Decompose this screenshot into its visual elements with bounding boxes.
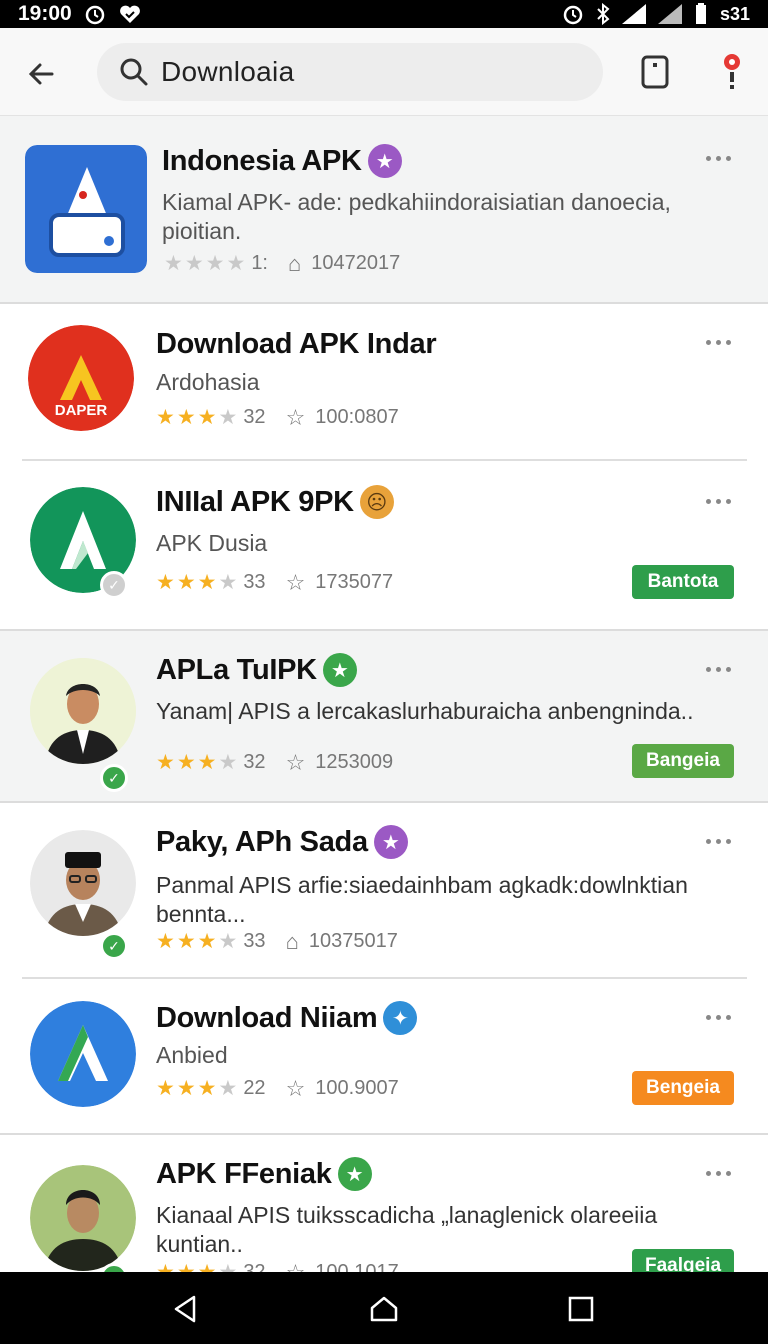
verified-check-icon: ✓ bbox=[100, 932, 128, 960]
emoji-badge-icon: ☹ bbox=[359, 485, 394, 519]
location-pin-icon[interactable] bbox=[718, 52, 746, 92]
rating-stars: ★★★★ bbox=[156, 571, 238, 594]
rating-stars: ★★★★ bbox=[156, 1077, 238, 1100]
install-count: 1253009 bbox=[315, 751, 394, 773]
install-count: 1735077 bbox=[315, 571, 394, 593]
install-count: 10472017 bbox=[311, 252, 401, 274]
rating-value: 33 bbox=[243, 930, 266, 952]
rating-stars: ★★★★ bbox=[156, 1262, 237, 1272]
install-count: 10375017 bbox=[308, 930, 398, 952]
app-icon: DAPER bbox=[28, 325, 134, 431]
signal-icon bbox=[621, 4, 646, 24]
status-time: 19:00 bbox=[18, 2, 72, 25]
bookmark-icon: ⌂ bbox=[285, 928, 299, 954]
app-icon-label: DAPER bbox=[55, 402, 108, 419]
list-item[interactable]: Download Niiam ✦ Anbied ★ ★ ★ ★ 22 ☆ 100.90… bbox=[0, 979, 768, 1133]
tablet-icon[interactable] bbox=[640, 55, 670, 89]
action-button[interactable]: Faalgeia bbox=[632, 1249, 734, 1272]
app-description: Ardohasia bbox=[156, 369, 260, 395]
action-button[interactable]: Bantota bbox=[632, 565, 734, 599]
app-icon bbox=[30, 1165, 136, 1271]
search-icon bbox=[120, 58, 148, 86]
app-title: Indonesia APK bbox=[162, 144, 362, 177]
alarm-icon bbox=[563, 5, 583, 25]
overflow-menu-icon[interactable] bbox=[706, 1009, 738, 1025]
search-input[interactable]: Downloaia bbox=[97, 43, 603, 101]
system-nav-bar bbox=[0, 1272, 768, 1344]
list-item[interactable]: ✓ INIIal APK 9PK ☹ APK Dusia ★ ★ ★ ★ 33 ☆ 1… bbox=[0, 461, 768, 629]
action-button[interactable]: Bengeia bbox=[632, 1071, 734, 1105]
overflow-menu-icon[interactable] bbox=[706, 150, 738, 166]
star-badge-icon: ★ bbox=[367, 144, 402, 178]
bluetooth-icon bbox=[597, 3, 610, 25]
app-icon bbox=[30, 830, 136, 936]
app-title: APLa TuIPK bbox=[156, 653, 317, 686]
star-outline-icon: ☆ bbox=[285, 1259, 306, 1272]
verified-check-icon: ✓ bbox=[100, 764, 128, 792]
overflow-menu-icon[interactable] bbox=[706, 661, 738, 677]
list-item[interactable]: ✓ APK FFeniak ★ Kianaal APIS tuiksscadic… bbox=[0, 1135, 768, 1272]
list-item[interactable]: ✓ APLa TuIPK ★ Yanam| APIS a lercakaslur… bbox=[0, 631, 768, 801]
app-description: Anbied bbox=[156, 1042, 228, 1068]
install-count: 100:0807 bbox=[315, 406, 399, 428]
app-icon bbox=[30, 1001, 136, 1107]
search-query: Downloaia bbox=[161, 56, 295, 87]
app-description: Panmal APIS arfie:siaedainhbam agkadk:do… bbox=[156, 872, 688, 927]
overflow-menu-icon[interactable] bbox=[706, 334, 738, 350]
app-description: Kianaal APIS tuiksscadicha „lanaglenick … bbox=[156, 1202, 658, 1257]
star-badge-icon: ★ bbox=[337, 1157, 372, 1191]
back-triangle-icon[interactable] bbox=[170, 1294, 200, 1324]
status-bar: 19:00 s31 bbox=[0, 0, 768, 28]
app-description: Yanam| APIS a lercakaslurhaburaicha anbe… bbox=[156, 698, 694, 724]
rating-stars: ★★★★ bbox=[156, 406, 238, 429]
list-item[interactable]: ✓ Paky, APh Sada ★ Panmal APIS arfie:sia… bbox=[0, 803, 768, 977]
top-app-bar: Downloaia bbox=[0, 28, 768, 144]
install-count: 100.1017 bbox=[315, 1261, 399, 1272]
star-outline-icon: ☆ bbox=[285, 404, 306, 430]
heart-icon bbox=[119, 5, 140, 23]
star-badge-icon: ★ bbox=[373, 825, 408, 859]
app-title: INIIal APK 9PK bbox=[156, 485, 354, 518]
star-outline-icon: ☆ bbox=[285, 749, 306, 775]
rating-value: 32 bbox=[243, 751, 266, 773]
rating-stars: ★★★★ bbox=[156, 930, 238, 953]
bookmark-icon: ⌂ bbox=[288, 250, 302, 276]
overflow-menu-icon[interactable] bbox=[706, 493, 738, 509]
rating-value: 33 bbox=[243, 571, 266, 593]
battery-icon bbox=[695, 3, 706, 24]
app-title: Paky, APh Sada bbox=[156, 825, 368, 858]
back-arrow-icon[interactable] bbox=[22, 54, 62, 94]
rating-stars: ★★★★ bbox=[156, 751, 238, 774]
list-item[interactable]: Indonesia APK ★ Kiamal APK- ade: pedkahi… bbox=[0, 116, 768, 303]
app-description: APK Dusia bbox=[156, 530, 268, 556]
app-list: Indonesia APK ★ Kiamal APK- ade: pedkahi… bbox=[0, 116, 768, 1272]
verified-check-icon: ✓ bbox=[100, 571, 128, 599]
star-badge-icon: ★ bbox=[322, 653, 357, 687]
app-icon bbox=[30, 658, 136, 764]
app-title: Download Niiam bbox=[156, 1001, 378, 1034]
app-title: APK FFeniak bbox=[156, 1157, 332, 1190]
star-outline-icon: ☆ bbox=[285, 1075, 306, 1101]
rating-stars: ★★★★ bbox=[164, 252, 246, 275]
list-item[interactable]: DAPER Download APK Indar Ardohasia ★ ★ ★ ★ … bbox=[0, 304, 768, 460]
rating-value: 22 bbox=[243, 1077, 266, 1099]
install-count: 100.9007 bbox=[315, 1077, 399, 1099]
verified-badge-icon: ✦ bbox=[383, 1001, 418, 1035]
signal-icon bbox=[657, 4, 682, 24]
app-icon bbox=[25, 145, 147, 273]
rating-value: 32 bbox=[243, 406, 266, 428]
rating-value: 32 bbox=[243, 1261, 266, 1272]
overflow-menu-icon[interactable] bbox=[706, 1165, 738, 1181]
app-title: Download APK Indar bbox=[156, 328, 437, 360]
alarm-icon bbox=[85, 5, 104, 25]
home-icon[interactable] bbox=[369, 1294, 399, 1324]
rating-value: 1: bbox=[251, 252, 268, 274]
recents-icon[interactable] bbox=[566, 1294, 596, 1324]
star-outline-icon: ☆ bbox=[285, 569, 306, 595]
action-button[interactable]: Bangeia bbox=[632, 744, 734, 778]
overflow-menu-icon[interactable] bbox=[706, 833, 738, 849]
network-text: s31 bbox=[719, 3, 750, 24]
app-description: Kiamal APK- ade: pedkahiindoraisiatian d… bbox=[162, 189, 671, 244]
